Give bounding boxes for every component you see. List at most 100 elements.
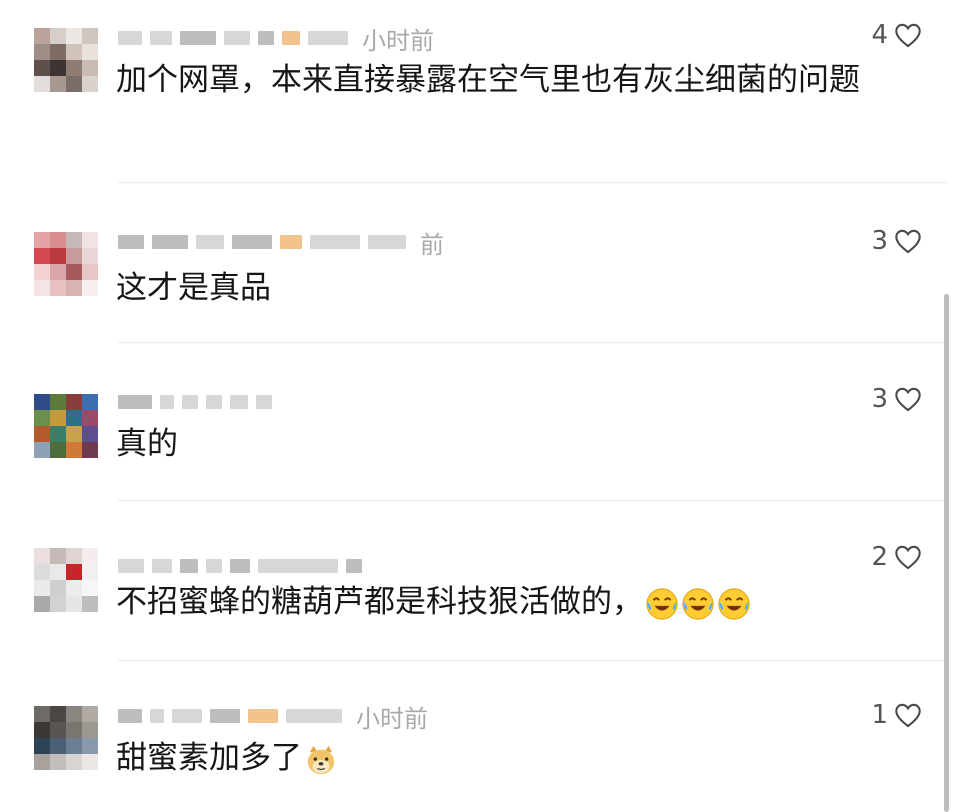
like-button[interactable]: 1 [871, 700, 922, 730]
avatar-pixel [66, 564, 82, 580]
avatar-pixel [50, 28, 66, 44]
username-redacted [150, 31, 172, 45]
username-redacted [258, 559, 338, 573]
comment-text-content: 加个网罩，本来直接暴露在空气里也有灰尘细菌的问题 [116, 62, 860, 98]
username-redacted[interactable] [118, 395, 152, 409]
avatar-pixel [34, 722, 50, 738]
like-count: 1 [871, 700, 888, 730]
location-redacted [286, 709, 342, 723]
avatar-pixel [66, 76, 82, 92]
avatar[interactable] [34, 232, 98, 296]
avatar-pixel [34, 738, 50, 754]
avatar-pixel [82, 738, 98, 754]
avatar-pixel [34, 280, 50, 296]
avatar-pixel [50, 548, 66, 564]
avatar[interactable] [34, 548, 98, 612]
comment-meta: 小时前 [118, 702, 428, 733]
comment-text: 真的 [116, 422, 900, 466]
username-redacted [206, 559, 222, 573]
username-redacted[interactable] [118, 31, 142, 45]
username-redacted [160, 395, 174, 409]
username-redacted [346, 559, 362, 573]
avatar-pixel [50, 596, 66, 612]
avatar-pixel [82, 722, 98, 738]
like-button[interactable]: 4 [871, 20, 922, 50]
avatar-pixel [50, 76, 66, 92]
laugh-cry-emoji-icon [645, 587, 679, 621]
avatar-pixel [66, 722, 82, 738]
avatar-pixel [34, 548, 50, 564]
avatar[interactable] [34, 394, 98, 458]
username-redacted [180, 31, 216, 45]
comment-text: 加个网罩，本来直接暴露在空气里也有灰尘细菌的问题 [116, 58, 904, 102]
avatar-pixel [50, 580, 66, 596]
emoji-group [643, 580, 751, 624]
scrollbar[interactable] [944, 294, 949, 812]
avatar-pixel [66, 60, 82, 76]
avatar-pixel [66, 232, 82, 248]
avatar-pixel [82, 442, 98, 458]
username-redacted [152, 559, 172, 573]
avatar-pixel [50, 264, 66, 280]
avatar-pixel [34, 394, 50, 410]
avatar[interactable] [34, 28, 98, 92]
username-redacted[interactable] [118, 235, 144, 249]
avatar-pixel [82, 264, 98, 280]
avatar-pixel [82, 754, 98, 770]
avatar-pixel [50, 44, 66, 60]
comment-meta: 前 [118, 228, 444, 259]
comment-time: 前 [420, 230, 444, 259]
badge-redacted [248, 709, 278, 723]
avatar-pixel [34, 264, 50, 280]
avatar-pixel [82, 248, 98, 264]
avatar-pixel [50, 706, 66, 722]
avatar-pixel [66, 28, 82, 44]
avatar-pixel [50, 248, 66, 264]
like-count: 2 [871, 542, 888, 572]
avatar-pixel [34, 248, 50, 264]
avatar-pixel [82, 706, 98, 722]
like-count: 3 [871, 384, 888, 414]
location-redacted [310, 235, 360, 249]
badge-redacted [282, 31, 300, 45]
username-redacted [256, 395, 272, 409]
avatar-pixel [82, 394, 98, 410]
username-redacted[interactable] [118, 709, 142, 723]
username-redacted [258, 31, 274, 45]
avatar-pixel [82, 232, 98, 248]
avatar-pixel [66, 44, 82, 60]
like-button[interactable]: 2 [871, 542, 922, 572]
avatar-pixel [66, 754, 82, 770]
avatar-pixel [66, 442, 82, 458]
avatar-pixel [82, 410, 98, 426]
avatar-pixel [66, 410, 82, 426]
avatar-pixel [34, 410, 50, 426]
comment-text: 甜蜜素加多了 [116, 736, 900, 780]
comment-divider [118, 182, 948, 183]
comment-time: 小时前 [356, 704, 428, 733]
heart-icon [895, 23, 921, 48]
avatar-pixel [50, 442, 66, 458]
comment-text-content: 真的 [116, 426, 178, 462]
avatar-pixel [34, 580, 50, 596]
comment-text-content: 不招蜜蜂的糖葫芦都是科技狠活做的， [116, 584, 643, 620]
username-redacted[interactable] [118, 559, 144, 573]
avatar[interactable] [34, 706, 98, 770]
avatar-pixel [34, 28, 50, 44]
avatar-pixel [50, 426, 66, 442]
avatar-pixel [66, 706, 82, 722]
comment-divider [118, 500, 948, 501]
avatar-pixel [66, 248, 82, 264]
avatar-pixel [50, 738, 66, 754]
like-button[interactable]: 3 [871, 384, 922, 414]
avatar-pixel [82, 596, 98, 612]
username-redacted [232, 235, 272, 249]
avatar-pixel [66, 264, 82, 280]
avatar-pixel [66, 596, 82, 612]
heart-icon [895, 229, 921, 254]
avatar-pixel [34, 442, 50, 458]
avatar-pixel [50, 722, 66, 738]
like-button[interactable]: 3 [871, 226, 922, 256]
avatar-pixel [50, 394, 66, 410]
avatar-pixel [66, 426, 82, 442]
